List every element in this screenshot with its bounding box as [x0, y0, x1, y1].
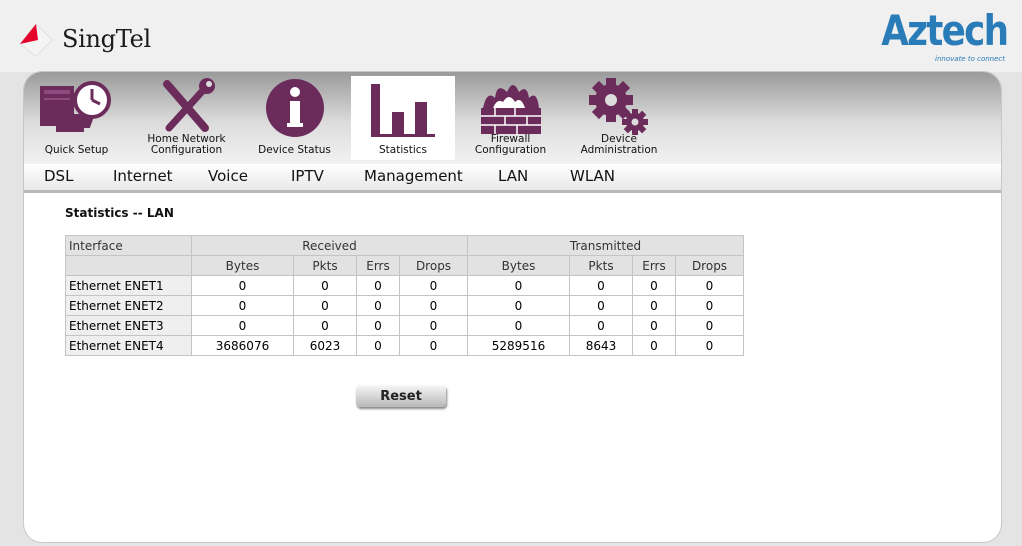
aztech-wordmark: Aztech — [880, 6, 1009, 55]
stat-value: 0 — [632, 275, 676, 296]
column-header: Bytes — [191, 255, 294, 276]
interface-header: Interface — [65, 235, 192, 256]
nav-tab-label: Firewall Configuration — [474, 133, 547, 156]
column-header: Bytes — [467, 255, 570, 276]
stat-value: 0 — [467, 295, 570, 316]
subnav-item-wlan[interactable]: WLAN — [570, 167, 615, 185]
stat-value: 0 — [191, 275, 294, 296]
interface-name: Ethernet ENET2 — [65, 295, 192, 316]
stat-value: 0 — [191, 315, 294, 336]
table-row: Ethernet ENET4 3686076 6023 0 0 5289516 … — [65, 335, 744, 356]
column-header: Pkts — [569, 255, 633, 276]
table-row: Ethernet ENET3 0 0 0 0 0 0 0 0 — [65, 315, 744, 336]
stat-value: 6023 — [293, 335, 357, 356]
singtel-logo: SingTel — [16, 18, 166, 64]
stat-value: 0 — [467, 275, 570, 296]
stat-value: 0 — [356, 295, 400, 316]
aztech-logo: Aztech innovate to connect — [881, 6, 1015, 66]
nav-tab-label: Device Status — [258, 144, 331, 156]
page-title: Statistics -- LAN — [65, 206, 174, 220]
column-header: Drops — [399, 255, 468, 276]
stat-value: 0 — [675, 295, 744, 316]
subnav-item-management[interactable]: Management — [364, 167, 463, 185]
table-header-row: Interface Received Transmitted — [65, 235, 744, 256]
stat-value: 0 — [675, 335, 744, 356]
stat-value: 0 — [399, 295, 468, 316]
wrench-screwdriver-icon — [162, 78, 215, 132]
stat-value: 5289516 — [467, 335, 570, 356]
stat-value: 0 — [632, 295, 676, 316]
empty-header-cell — [65, 255, 192, 276]
stat-value: 0 — [675, 275, 744, 296]
top-header: SingTel Aztech innovate to connect — [0, 0, 1022, 72]
received-header: Received — [191, 235, 468, 256]
stat-value: 0 — [356, 335, 400, 356]
stat-value: 8643 — [569, 335, 633, 356]
nav-tab-statistics[interactable]: Statistics — [351, 76, 455, 160]
stat-value: 0 — [191, 295, 294, 316]
stat-value: 0 — [632, 335, 676, 356]
subnav-item-iptv[interactable]: IPTV — [291, 167, 324, 185]
info-icon — [265, 79, 324, 137]
bar-chart-icon — [371, 84, 435, 137]
stat-value: 0 — [356, 315, 400, 336]
aztech-tagline: innovate to connect — [935, 55, 1005, 63]
subnav-item-voice[interactable]: Voice — [208, 167, 248, 185]
singtel-logo-mark — [19, 23, 53, 57]
nav-tab-label: Statistics — [379, 144, 427, 156]
reset-button[interactable]: Reset — [356, 385, 446, 407]
interface-name: Ethernet ENET1 — [65, 275, 192, 296]
column-header: Pkts — [293, 255, 357, 276]
interface-name: Ethernet ENET3 — [65, 315, 192, 336]
main-nav: Quick Setup Home Network Configuration D… — [24, 72, 1001, 164]
table-subheader-row: Bytes Pkts Errs Drops Bytes Pkts Errs Dr… — [65, 255, 744, 276]
computer-clock-icon — [40, 81, 111, 132]
stat-value: 0 — [467, 315, 570, 336]
interface-name: Ethernet ENET4 — [65, 335, 192, 356]
stat-value: 0 — [293, 315, 357, 336]
nav-tab-home-network[interactable]: Home Network Configuration — [144, 76, 229, 160]
table-row: Ethernet ENET1 0 0 0 0 0 0 0 0 — [65, 275, 744, 296]
gears-icon — [589, 78, 648, 135]
nav-tab-label: Quick Setup — [44, 144, 109, 156]
nav-tab-firewall[interactable]: Firewall Configuration — [468, 76, 553, 160]
stat-value: 0 — [293, 295, 357, 316]
subnav-item-internet[interactable]: Internet — [113, 167, 173, 185]
stat-value: 0 — [569, 315, 633, 336]
stat-value: 0 — [356, 275, 400, 296]
subnav-item-dsl[interactable]: DSL — [44, 167, 73, 185]
nav-tab-label: Device Administration — [580, 133, 658, 156]
stat-value: 0 — [569, 275, 633, 296]
nav-tab-label: Home Network Configuration — [147, 133, 226, 156]
table-row: Ethernet ENET2 0 0 0 0 0 0 0 0 — [65, 295, 744, 316]
main-panel: Quick Setup Home Network Configuration D… — [24, 72, 1001, 542]
column-header: Errs — [356, 255, 400, 276]
column-header: Drops — [675, 255, 744, 276]
stat-value: 0 — [675, 315, 744, 336]
stat-value: 0 — [399, 275, 468, 296]
stat-value: 3686076 — [191, 335, 294, 356]
lan-statistics-table: Interface Received Transmitted Bytes Pkt… — [65, 235, 744, 356]
stat-value: 0 — [399, 315, 468, 336]
subnav-item-lan[interactable]: LAN — [498, 167, 528, 185]
stat-value: 0 — [632, 315, 676, 336]
stat-value: 0 — [569, 295, 633, 316]
column-header: Errs — [632, 255, 676, 276]
sub-nav: DSL Internet Voice IPTV Management LAN W… — [24, 164, 1001, 193]
stat-value: 0 — [399, 335, 468, 356]
nav-tab-device-admin[interactable]: Device Administration — [576, 76, 662, 160]
nav-tab-device-status[interactable]: Device Status — [252, 76, 337, 160]
transmitted-header: Transmitted — [467, 235, 744, 256]
singtel-wordmark: SingTel — [62, 25, 151, 53]
stat-value: 0 — [293, 275, 357, 296]
firewall-icon — [480, 85, 541, 134]
nav-tab-quick-setup[interactable]: Quick Setup — [34, 76, 119, 160]
